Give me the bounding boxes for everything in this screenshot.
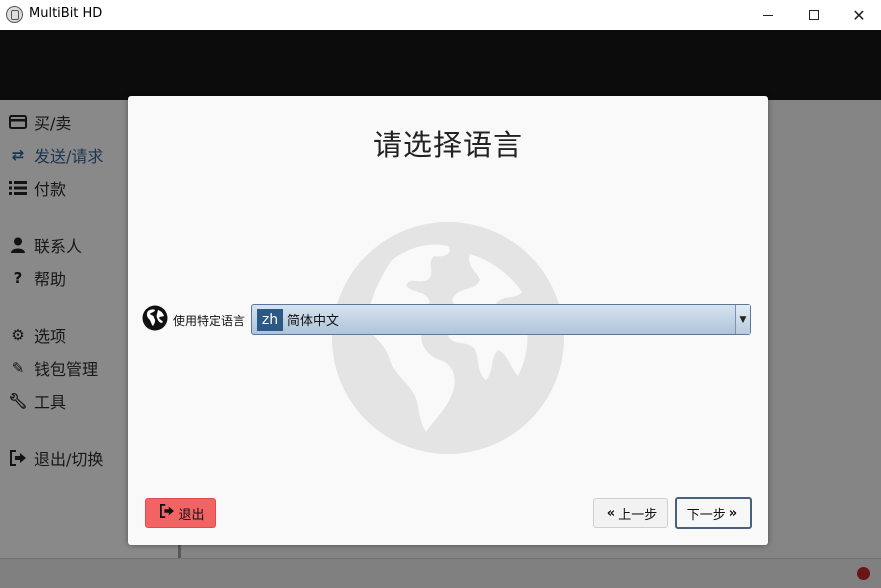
dialog-title: 请选择语言 xyxy=(372,128,523,162)
double-chevron-left-icon: « xyxy=(606,505,616,521)
maximize-button[interactable] xyxy=(791,0,837,30)
language-select[interactable]: zh 简体中文 ▼ xyxy=(251,304,751,335)
sign-out-icon xyxy=(159,504,175,522)
title-bar: MultiBit HD ✕ xyxy=(0,0,881,30)
app-logo-icon xyxy=(6,6,23,23)
exit-button[interactable]: 退出 xyxy=(145,498,216,528)
double-chevron-right-icon: » xyxy=(728,505,738,521)
dropdown-arrow-icon[interactable]: ▼ xyxy=(735,305,750,334)
close-icon: ✕ xyxy=(852,5,866,25)
language-label: 使用特定语言 xyxy=(173,314,246,328)
language-name: 简体中文 xyxy=(287,314,340,329)
close-button[interactable]: ✕ xyxy=(836,0,881,30)
next-button[interactable]: 下一步 » xyxy=(675,497,752,529)
maximize-icon xyxy=(809,10,819,20)
globe-watermark-icon xyxy=(332,222,564,454)
exit-button-label: 退出 xyxy=(178,507,205,523)
language-wizard-dialog: 请选择语言 使用特定语言 zh 简体中文 ▼ 退出 « 上一步 下一步 » xyxy=(128,96,768,545)
globe-icon xyxy=(142,305,168,331)
next-button-label: 下一步 xyxy=(686,507,726,523)
minimize-icon xyxy=(763,14,773,16)
minimize-button[interactable] xyxy=(745,0,791,30)
previous-button[interactable]: « 上一步 xyxy=(593,498,668,528)
window-title: MultiBit HD xyxy=(29,6,103,21)
previous-button-label: 上一步 xyxy=(618,507,658,523)
language-code-badge: zh xyxy=(257,308,283,331)
